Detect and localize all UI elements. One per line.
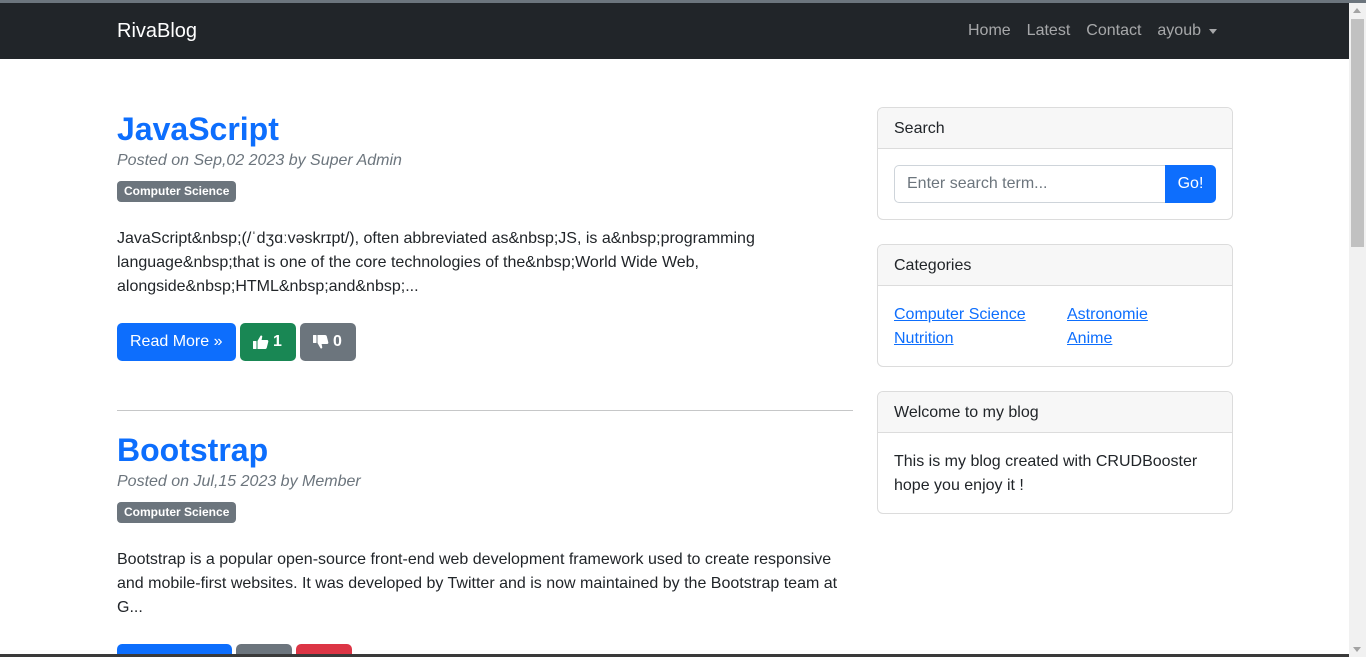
nav-links: Home Latest Contact ayoub [960,22,1225,40]
like-count: 1 [273,333,282,350]
page: RivaBlog Home Latest Contact ayoub JavaS… [0,0,1366,657]
post-bootstrap: Bootstrap Posted on Jul,15 2023 by Membe… [117,431,853,657]
caret-down-icon [1209,28,1217,34]
category-badge: Computer Science [117,502,237,523]
post-actions: Read More » 1 0 [117,323,853,361]
search-input[interactable] [894,165,1165,203]
scroll-up-icon[interactable] [1353,8,1361,13]
welcome-card-body: This is my blog created with CRUDBooster… [878,433,1232,513]
scroll-down-icon[interactable] [1353,647,1361,652]
nav-contact[interactable]: Contact [1078,22,1149,40]
user-name: ayoub [1157,22,1201,39]
search-group: Go! [894,165,1216,203]
category-link-astronomie[interactable]: Astronomie [1067,303,1217,327]
like-button[interactable]: 1 [239,323,296,361]
welcome-card-header: Welcome to my blog [878,392,1232,433]
post-javascript: JavaScript Posted on Sep,02 2023 by Supe… [117,110,853,361]
category-badge: Computer Science [117,181,237,202]
search-card-header: Search [878,108,1232,149]
post-title[interactable]: JavaScript [117,110,853,148]
thumbs-down-icon [313,335,329,349]
category-link-anime[interactable]: Anime [1067,327,1217,351]
category-link-computer-science[interactable]: Computer Science [894,303,1067,327]
search-card-body: Go! [878,149,1232,219]
post-excerpt: JavaScript&nbsp;(/ˈdʒɑːvəskrɪpt/), often… [117,230,755,295]
post-excerpt: Bootstrap is a popular open-source front… [117,551,838,616]
welcome-card: Welcome to my blog This is my blog creat… [877,391,1233,514]
scroll-thumb[interactable] [1351,19,1364,247]
vertical-scrollbar[interactable] [1349,3,1366,657]
nav-latest[interactable]: Latest [1019,22,1079,40]
categories-card-body: Computer Science Astronomie Nutrition An… [878,286,1232,366]
search-card: Search Go! [877,107,1233,220]
categories-list: Computer Science Astronomie Nutrition An… [894,303,1216,351]
nav-home[interactable]: Home [960,22,1019,40]
post-title[interactable]: Bootstrap [117,431,853,469]
read-more-button[interactable]: Read More » [117,323,236,361]
dislike-count: 0 [333,333,342,350]
post-divider [117,410,853,411]
post-meta: Posted on Jul,15 2023 by Member [117,473,361,490]
thumbs-up-icon [253,335,269,349]
navbar: RivaBlog Home Latest Contact ayoub [0,3,1349,59]
brand-link[interactable]: RivaBlog [117,20,197,43]
categories-card-header: Categories [878,245,1232,286]
categories-card: Categories Computer Science Astronomie N… [877,244,1233,367]
welcome-text: This is my blog created with CRUDBooster… [894,453,1198,494]
search-go-button[interactable]: Go! [1165,165,1216,203]
category-link-nutrition[interactable]: Nutrition [894,327,1067,351]
post-meta: Posted on Sep,02 2023 by Super Admin [117,152,402,169]
user-dropdown[interactable]: ayoub [1149,22,1225,40]
dislike-button[interactable]: 0 [299,323,356,361]
